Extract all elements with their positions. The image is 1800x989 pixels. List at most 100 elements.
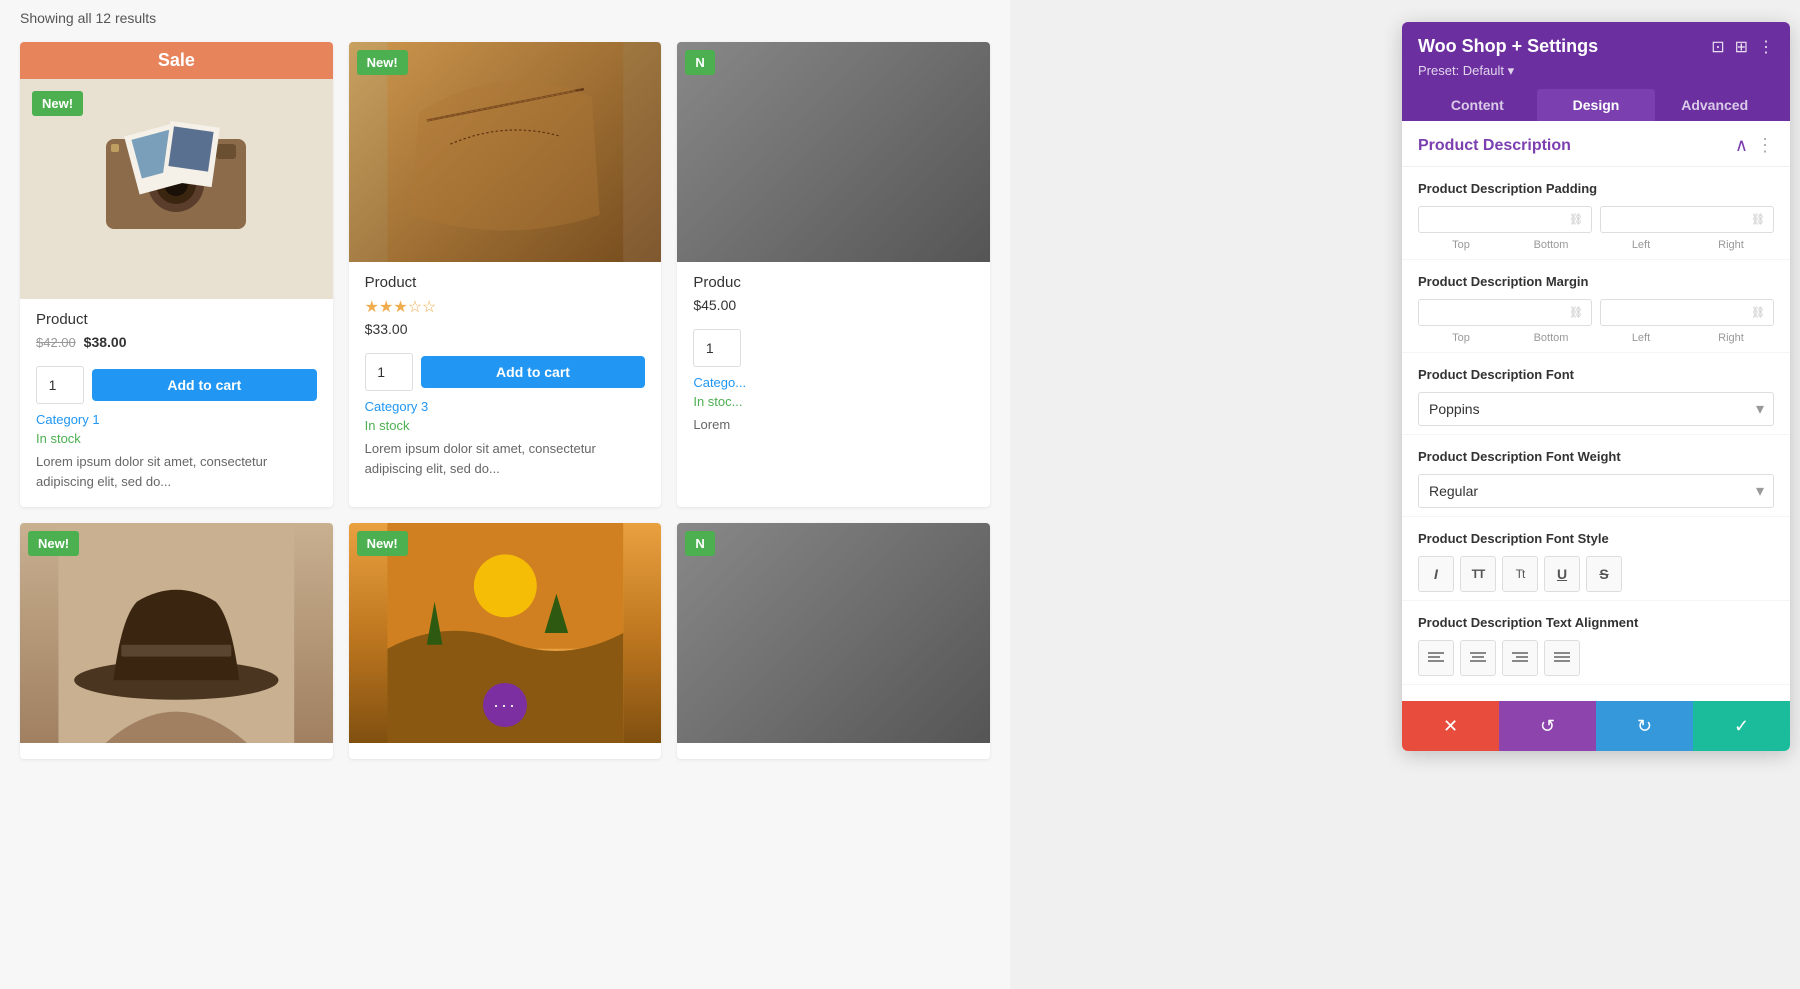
price-2: $33.00: [365, 321, 408, 337]
badge-new-1: New!: [32, 91, 83, 116]
margin-right-input[interactable]: ⛓: [1600, 299, 1774, 326]
qty-input-2[interactable]: [365, 353, 413, 391]
badge-new-3: N: [685, 50, 714, 75]
panel-tabs: Content Design Advanced: [1418, 89, 1774, 121]
qty-input-1[interactable]: [36, 366, 84, 404]
align-left-btn[interactable]: [1418, 640, 1454, 676]
partial-image-6: [677, 523, 990, 743]
padding-top-input[interactable]: ⛓: [1418, 206, 1592, 233]
link-icon-1: ⛓: [1569, 213, 1583, 226]
product-card-2: New! Product ★★★☆☆ $33.00 Add to cart Ca…: [349, 42, 662, 507]
cancel-btn[interactable]: ✕: [1402, 701, 1499, 751]
product-price-1: $42.00 $38.00: [36, 334, 317, 350]
link-icon-4: ⛓: [1751, 306, 1765, 319]
align-center-btn[interactable]: [1460, 640, 1496, 676]
shop-area: Showing all 12 results Sale: [0, 0, 1010, 989]
partial-image: [677, 42, 990, 262]
hat-image: [20, 523, 333, 743]
more-icon[interactable]: ⋮: [1758, 37, 1774, 57]
align-justify-icon: [1554, 652, 1570, 664]
align-center-icon: [1470, 652, 1486, 664]
category-link-3[interactable]: Catego...: [677, 375, 990, 390]
section-header-icons: ∧ ⋮: [1735, 135, 1774, 156]
bag-image: [349, 42, 662, 262]
settings-panel: Woo Shop + Settings ⊡ ⊞ ⋮ Preset: Defaul…: [1402, 22, 1790, 751]
font-style-setting: Product Description Font Style I TT Tt U…: [1402, 517, 1790, 601]
product-card-4: New!: [20, 523, 333, 759]
padding-label-top: Top: [1418, 239, 1504, 251]
product-image-5: New! ···: [349, 523, 662, 743]
panel-header-icons: ⊡ ⊞ ⋮: [1711, 37, 1774, 57]
font-select-wrapper: Poppins Roboto Open Sans: [1418, 392, 1774, 426]
product-desc-1: Lorem ipsum dolor sit amet, consectetur …: [20, 452, 333, 491]
align-left-icon: [1428, 652, 1444, 664]
responsive-icon[interactable]: ⊡: [1711, 37, 1724, 57]
panel-header: Woo Shop + Settings ⊡ ⊞ ⋮ Preset: Defaul…: [1402, 22, 1790, 121]
font-style-buttons: I TT Tt U S: [1418, 556, 1774, 592]
add-to-cart-btn-2[interactable]: Add to cart: [421, 356, 646, 388]
results-count: Showing all 12 results: [20, 10, 990, 26]
hat-svg: [20, 523, 333, 743]
save-btn[interactable]: ✓: [1693, 701, 1790, 751]
section-more-icon[interactable]: ⋮: [1756, 135, 1774, 156]
italic-btn[interactable]: I: [1418, 556, 1454, 592]
tt-lower-btn[interactable]: Tt: [1502, 556, 1538, 592]
text-align-setting: Product Description Text Alignment: [1402, 601, 1790, 685]
add-to-cart-btn-1[interactable]: Add to cart: [92, 369, 317, 401]
padding-setting: Product Description Padding ⛓ ⛓ Top Bott…: [1402, 167, 1790, 260]
add-to-cart-row-3: [677, 321, 990, 375]
tab-advanced[interactable]: Advanced: [1655, 89, 1774, 121]
product-card-5: New! ···: [349, 523, 662, 759]
align-justify-btn[interactable]: [1544, 640, 1580, 676]
font-select[interactable]: Poppins Roboto Open Sans: [1418, 392, 1774, 426]
badge-new-4: New!: [28, 531, 79, 556]
undo-btn[interactable]: ↺: [1499, 701, 1596, 751]
margin-top-input[interactable]: ⛓: [1418, 299, 1592, 326]
in-stock-3: In stoc...: [677, 394, 990, 409]
category-link-1[interactable]: Category 1: [20, 412, 333, 427]
product-info-1: Product $42.00 $38.00: [20, 299, 333, 350]
margin-label-left: Left: [1598, 332, 1684, 344]
padding-label-right: Right: [1688, 239, 1774, 251]
tt-caps-btn[interactable]: TT: [1460, 556, 1496, 592]
add-to-cart-row-2: Add to cart: [349, 345, 662, 399]
section-header: Product Description ∧ ⋮: [1402, 121, 1790, 167]
tab-content[interactable]: Content: [1418, 89, 1537, 121]
padding-labels: Top Bottom Left Right: [1418, 239, 1774, 251]
text-align-buttons: [1418, 640, 1774, 676]
product-name-1: Product: [36, 311, 317, 328]
qty-input-3[interactable]: [693, 329, 741, 367]
layout-icon[interactable]: ⊞: [1735, 37, 1748, 57]
strikethrough-btn[interactable]: S: [1586, 556, 1622, 592]
stars-2: ★★★☆☆: [365, 297, 646, 317]
dots-icon: ···: [493, 695, 517, 716]
old-price-1: $42.00: [36, 335, 76, 350]
section-title: Product Description: [1418, 137, 1571, 155]
product-desc-3: Lorem: [677, 415, 990, 435]
text-align-label: Product Description Text Alignment: [1418, 615, 1774, 630]
in-stock-1: In stock: [20, 431, 333, 446]
margin-setting: Product Description Margin ⛓ ⛓ Top Botto…: [1402, 260, 1790, 353]
panel-preset[interactable]: Preset: Default ▾: [1418, 63, 1774, 79]
product-info-2: Product ★★★☆☆ $33.00: [349, 262, 662, 337]
category-link-2[interactable]: Category 3: [349, 399, 662, 414]
font-weight-label: Product Description Font Weight: [1418, 449, 1774, 464]
bag-svg: [349, 42, 662, 262]
underline-btn[interactable]: U: [1544, 556, 1580, 592]
align-right-btn[interactable]: [1502, 640, 1538, 676]
padding-label-bottom: Bottom: [1508, 239, 1594, 251]
redo-btn[interactable]: ↻: [1596, 701, 1693, 751]
product-card-3: N Produc $45.00 Catego... In stoc... Lor…: [677, 42, 990, 507]
margin-label-right: Right: [1688, 332, 1774, 344]
add-to-cart-row-1: Add to cart: [20, 358, 333, 412]
padding-right-input[interactable]: ⛓: [1600, 206, 1774, 233]
font-weight-setting: Product Description Font Weight Regular …: [1402, 435, 1790, 517]
price-3: $45.00: [693, 297, 736, 313]
tab-design[interactable]: Design: [1537, 89, 1656, 121]
font-label: Product Description Font: [1418, 367, 1774, 382]
dots-menu[interactable]: ···: [483, 683, 527, 727]
margin-labels: Top Bottom Left Right: [1418, 332, 1774, 344]
font-weight-select[interactable]: Regular Bold Light: [1418, 474, 1774, 508]
collapse-icon[interactable]: ∧: [1735, 135, 1748, 156]
padding-inputs: ⛓ ⛓: [1418, 206, 1774, 233]
